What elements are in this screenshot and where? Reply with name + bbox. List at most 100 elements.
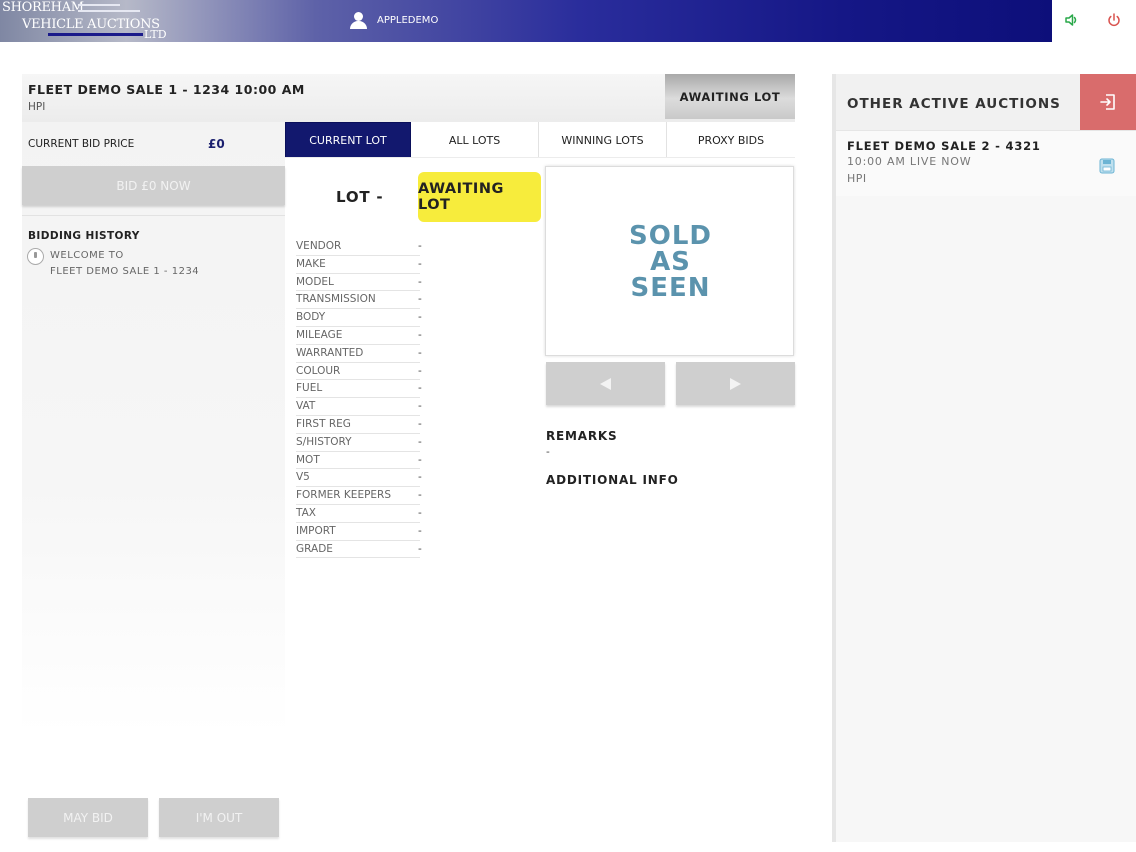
auction-item-time: 10:00 AM LIVE NOW bbox=[847, 155, 972, 168]
spec-row: FORMER KEEPERS - bbox=[296, 487, 422, 505]
spec-key: FIRST REG bbox=[296, 417, 351, 430]
auction-item-subtitle: HPI bbox=[847, 172, 867, 185]
spec-value: - bbox=[418, 240, 422, 252]
spec-row: MILEAGE - bbox=[296, 327, 422, 345]
spec-value: - bbox=[418, 364, 422, 377]
lot-status-badge: AWAITING LOT bbox=[418, 172, 541, 222]
spec-row: MODEL - bbox=[296, 274, 422, 292]
current-bid-value: £0 bbox=[208, 137, 225, 151]
spec-value: - bbox=[418, 293, 422, 306]
sale-header: FLEET DEMO SALE 1 - 1234 10:00 AM HPI bbox=[22, 74, 665, 122]
tab-proxy-bids[interactable]: PROXY BIDS bbox=[667, 122, 795, 158]
previous-image-button[interactable] bbox=[546, 362, 665, 405]
spec-value: - bbox=[418, 257, 422, 270]
spec-key: VAT bbox=[296, 400, 316, 413]
lot-tabs: CURRENT LOT ALL LOTS WINNING LOTS PROXY … bbox=[285, 122, 795, 158]
logo-bar bbox=[78, 10, 140, 12]
spec-key: TAX bbox=[296, 506, 316, 519]
bid-now-button[interactable]: BID £0 NOW bbox=[22, 166, 285, 205]
spec-key: MOT bbox=[296, 453, 320, 466]
history-message-line2: FLEET DEMO SALE 1 - 1234 bbox=[50, 266, 200, 277]
spec-value: - bbox=[418, 275, 422, 288]
additional-info-title: ADDITIONAL INFO bbox=[546, 473, 679, 487]
image-text-line: AS bbox=[650, 247, 691, 277]
im-out-button[interactable]: I'M OUT bbox=[159, 798, 279, 837]
user-icon bbox=[350, 12, 367, 29]
spec-value: - bbox=[418, 542, 422, 555]
logo-line3: LTD bbox=[144, 28, 167, 41]
image-text-line: SOLD bbox=[629, 221, 712, 251]
sold-as-seen-image-text: SOLD AS SEEN bbox=[546, 223, 795, 301]
sale-title: FLEET DEMO SALE 1 - 1234 10:00 AM bbox=[28, 82, 305, 97]
spec-value: - bbox=[418, 346, 422, 359]
tab-winning-lots[interactable]: WINNING LOTS bbox=[539, 122, 667, 158]
spec-value: - bbox=[418, 453, 422, 466]
spec-key: VENDOR bbox=[296, 240, 342, 252]
exit-icon bbox=[1100, 94, 1115, 110]
spec-row: TRANSMISSION - bbox=[296, 291, 422, 310]
spec-key: S/HISTORY bbox=[296, 435, 352, 448]
lot-specs: VENDOR - MAKE - MODEL - TRANSMISSION - BODY -… bbox=[296, 238, 424, 559]
history-message-line1: WELCOME TO bbox=[50, 250, 124, 261]
spec-row: FUEL - bbox=[296, 380, 422, 399]
spec-row: FIRST REG - bbox=[296, 416, 422, 434]
spec-key: IMPORT bbox=[296, 524, 336, 537]
spec-value: - bbox=[418, 489, 422, 502]
divider bbox=[22, 215, 285, 216]
lot-number: LOT - bbox=[336, 188, 384, 206]
company-logo: SHOREHAM VEHICLE AUCTIONS LTD bbox=[0, 0, 175, 42]
info-icon bbox=[27, 248, 44, 265]
tab-all-lots[interactable]: ALL LOTS bbox=[411, 122, 539, 158]
spec-value: - bbox=[418, 471, 422, 484]
top-bar: SHOREHAM VEHICLE AUCTIONS LTD APPLEDEMO bbox=[0, 0, 1052, 42]
spec-key: BODY bbox=[296, 311, 326, 324]
sale-subtitle: HPI bbox=[28, 101, 46, 113]
bidding-history-title: BIDDING HISTORY bbox=[28, 230, 140, 242]
arrow-right-icon bbox=[730, 377, 741, 390]
speaker-icon[interactable] bbox=[1064, 12, 1080, 28]
save-icon[interactable] bbox=[1099, 158, 1115, 174]
other-auctions-title: OTHER ACTIVE AUCTIONS bbox=[847, 96, 1061, 112]
spec-key: FUEL bbox=[296, 382, 323, 395]
spec-key: TRANSMISSION bbox=[296, 293, 376, 306]
exit-auction-button[interactable] bbox=[1080, 74, 1136, 130]
spec-row: TAX - bbox=[296, 505, 422, 523]
lot-image[interactable]: SOLD AS SEEN bbox=[545, 166, 794, 356]
spec-row: V5 - bbox=[296, 469, 422, 488]
sale-status: AWAITING LOT bbox=[665, 74, 795, 119]
current-bid-label: CURRENT BID PRICE bbox=[28, 138, 135, 150]
logo-line2: VEHICLE AUCTIONS bbox=[22, 17, 160, 32]
spec-row: VENDOR - bbox=[296, 238, 422, 256]
spec-value: - bbox=[418, 382, 422, 395]
spec-key: WARRANTED bbox=[296, 346, 364, 359]
may-bid-button[interactable]: MAY BID bbox=[28, 798, 148, 837]
logo-underline bbox=[48, 33, 143, 36]
tab-current-lot[interactable]: CURRENT LOT bbox=[285, 122, 411, 158]
auction-item-title: FLEET DEMO SALE 2 - 4321 bbox=[847, 139, 1041, 153]
logo-line1: SHOREHAM bbox=[2, 0, 84, 15]
spec-row: BODY - bbox=[296, 309, 422, 327]
spec-row: S/HISTORY - bbox=[296, 434, 422, 452]
spec-value: - bbox=[418, 417, 422, 430]
remarks-value: - bbox=[546, 446, 550, 458]
spec-row: GRADE - bbox=[296, 541, 422, 559]
spec-row: WARRANTED - bbox=[296, 345, 422, 363]
spec-key: MODEL bbox=[296, 275, 334, 288]
spec-key: COLOUR bbox=[296, 364, 341, 377]
logo-bar bbox=[78, 4, 120, 6]
spec-value: - bbox=[418, 400, 422, 413]
arrow-left-icon bbox=[600, 377, 611, 390]
next-image-button[interactable] bbox=[676, 362, 795, 405]
spec-value: - bbox=[418, 524, 422, 537]
remarks-title: REMARKS bbox=[546, 429, 618, 443]
spec-row: MOT - bbox=[296, 452, 422, 470]
power-icon[interactable] bbox=[1106, 12, 1122, 28]
spec-key: FORMER KEEPERS bbox=[296, 489, 392, 502]
user-menu[interactable]: APPLEDEMO bbox=[350, 12, 438, 29]
username: APPLEDEMO bbox=[377, 15, 439, 26]
spec-value: - bbox=[418, 506, 422, 519]
spec-row: IMPORT - bbox=[296, 523, 422, 541]
spec-row: MAKE - bbox=[296, 256, 422, 274]
divider bbox=[285, 157, 795, 158]
spec-key: V5 bbox=[296, 471, 310, 484]
